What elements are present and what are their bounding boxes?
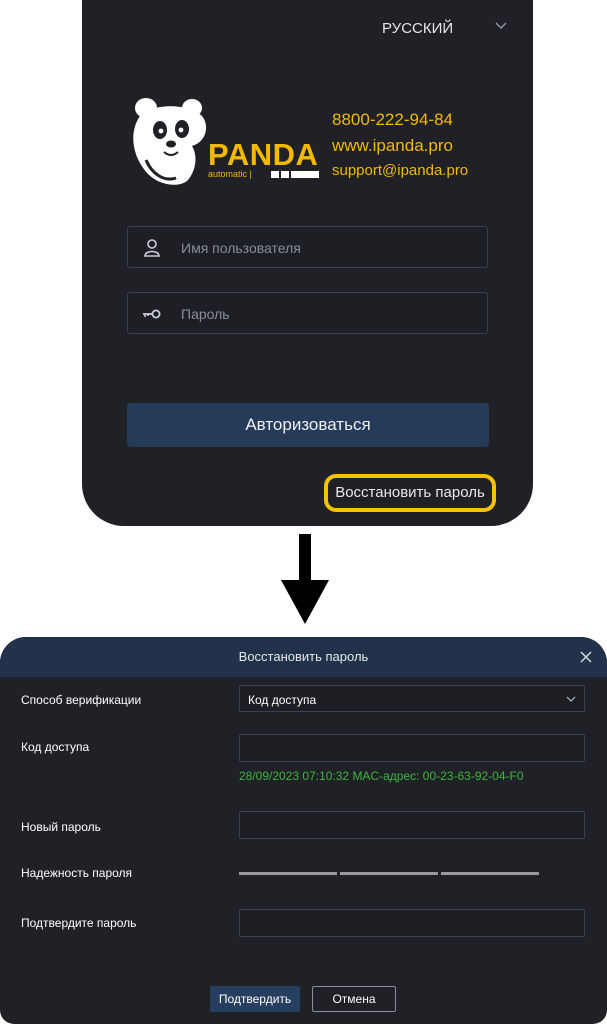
username-field[interactable]: Имя пользователя (127, 226, 488, 268)
user-icon (144, 239, 160, 257)
access-code-label: Код доступа (21, 740, 90, 754)
password-strength-label: Надежность пароля (21, 866, 133, 880)
language-selector[interactable]: РУССКИЙ (382, 20, 453, 37)
login-panel: РУССКИЙ PANDA automatic | 8800-222-94-84… (82, 0, 533, 526)
password-placeholder: Пароль (181, 306, 230, 322)
contact-phone: 8800-222-94-84 (332, 110, 453, 129)
strength-bar-segment (340, 872, 438, 875)
password-field[interactable]: Пароль (127, 292, 488, 334)
strength-bar-segment (239, 872, 337, 875)
access-code-input[interactable] (239, 734, 585, 762)
confirm-button[interactable]: Подтвердить (210, 986, 300, 1012)
strength-bar-segment (441, 872, 539, 875)
brand-bars-icon (271, 171, 319, 178)
chevron-down-icon (566, 696, 576, 702)
chevron-down-icon[interactable] (494, 18, 508, 32)
close-icon[interactable] (578, 649, 594, 665)
new-password-label: Новый пароль (21, 820, 101, 834)
dialog-title: Восстановить пароль (238, 649, 369, 664)
key-icon (143, 309, 161, 319)
brand-tagline: automatic | (208, 169, 252, 179)
username-placeholder: Имя пользователя (181, 240, 301, 256)
new-password-input[interactable] (239, 811, 585, 839)
brand-name: PANDA (208, 137, 319, 172)
contact-email: support@ipanda.pro (332, 162, 469, 179)
confirm-password-input[interactable] (239, 909, 585, 937)
contact-website: www.ipanda.pro (332, 136, 453, 155)
mac-address-info: 28/09/2023 07:10:32 MAC-адрес: 00-23-63-… (239, 769, 524, 783)
restore-password-dialog: Восстановить пароль Способ верификации К… (0, 637, 607, 1024)
restore-password-link[interactable]: Восстановить пароль (324, 474, 496, 512)
cancel-button[interactable]: Отмена (312, 986, 396, 1012)
verification-method-select[interactable]: Код доступа (239, 685, 585, 712)
login-button[interactable]: Авторизоваться (127, 403, 489, 447)
verification-method-label: Способ верификации (21, 693, 142, 707)
confirm-password-label: Подтвердите пароль (21, 916, 137, 930)
verification-method-value: Код доступа (248, 693, 317, 707)
dialog-header: Восстановить пароль (0, 637, 607, 677)
arrow-down-icon (281, 534, 329, 624)
